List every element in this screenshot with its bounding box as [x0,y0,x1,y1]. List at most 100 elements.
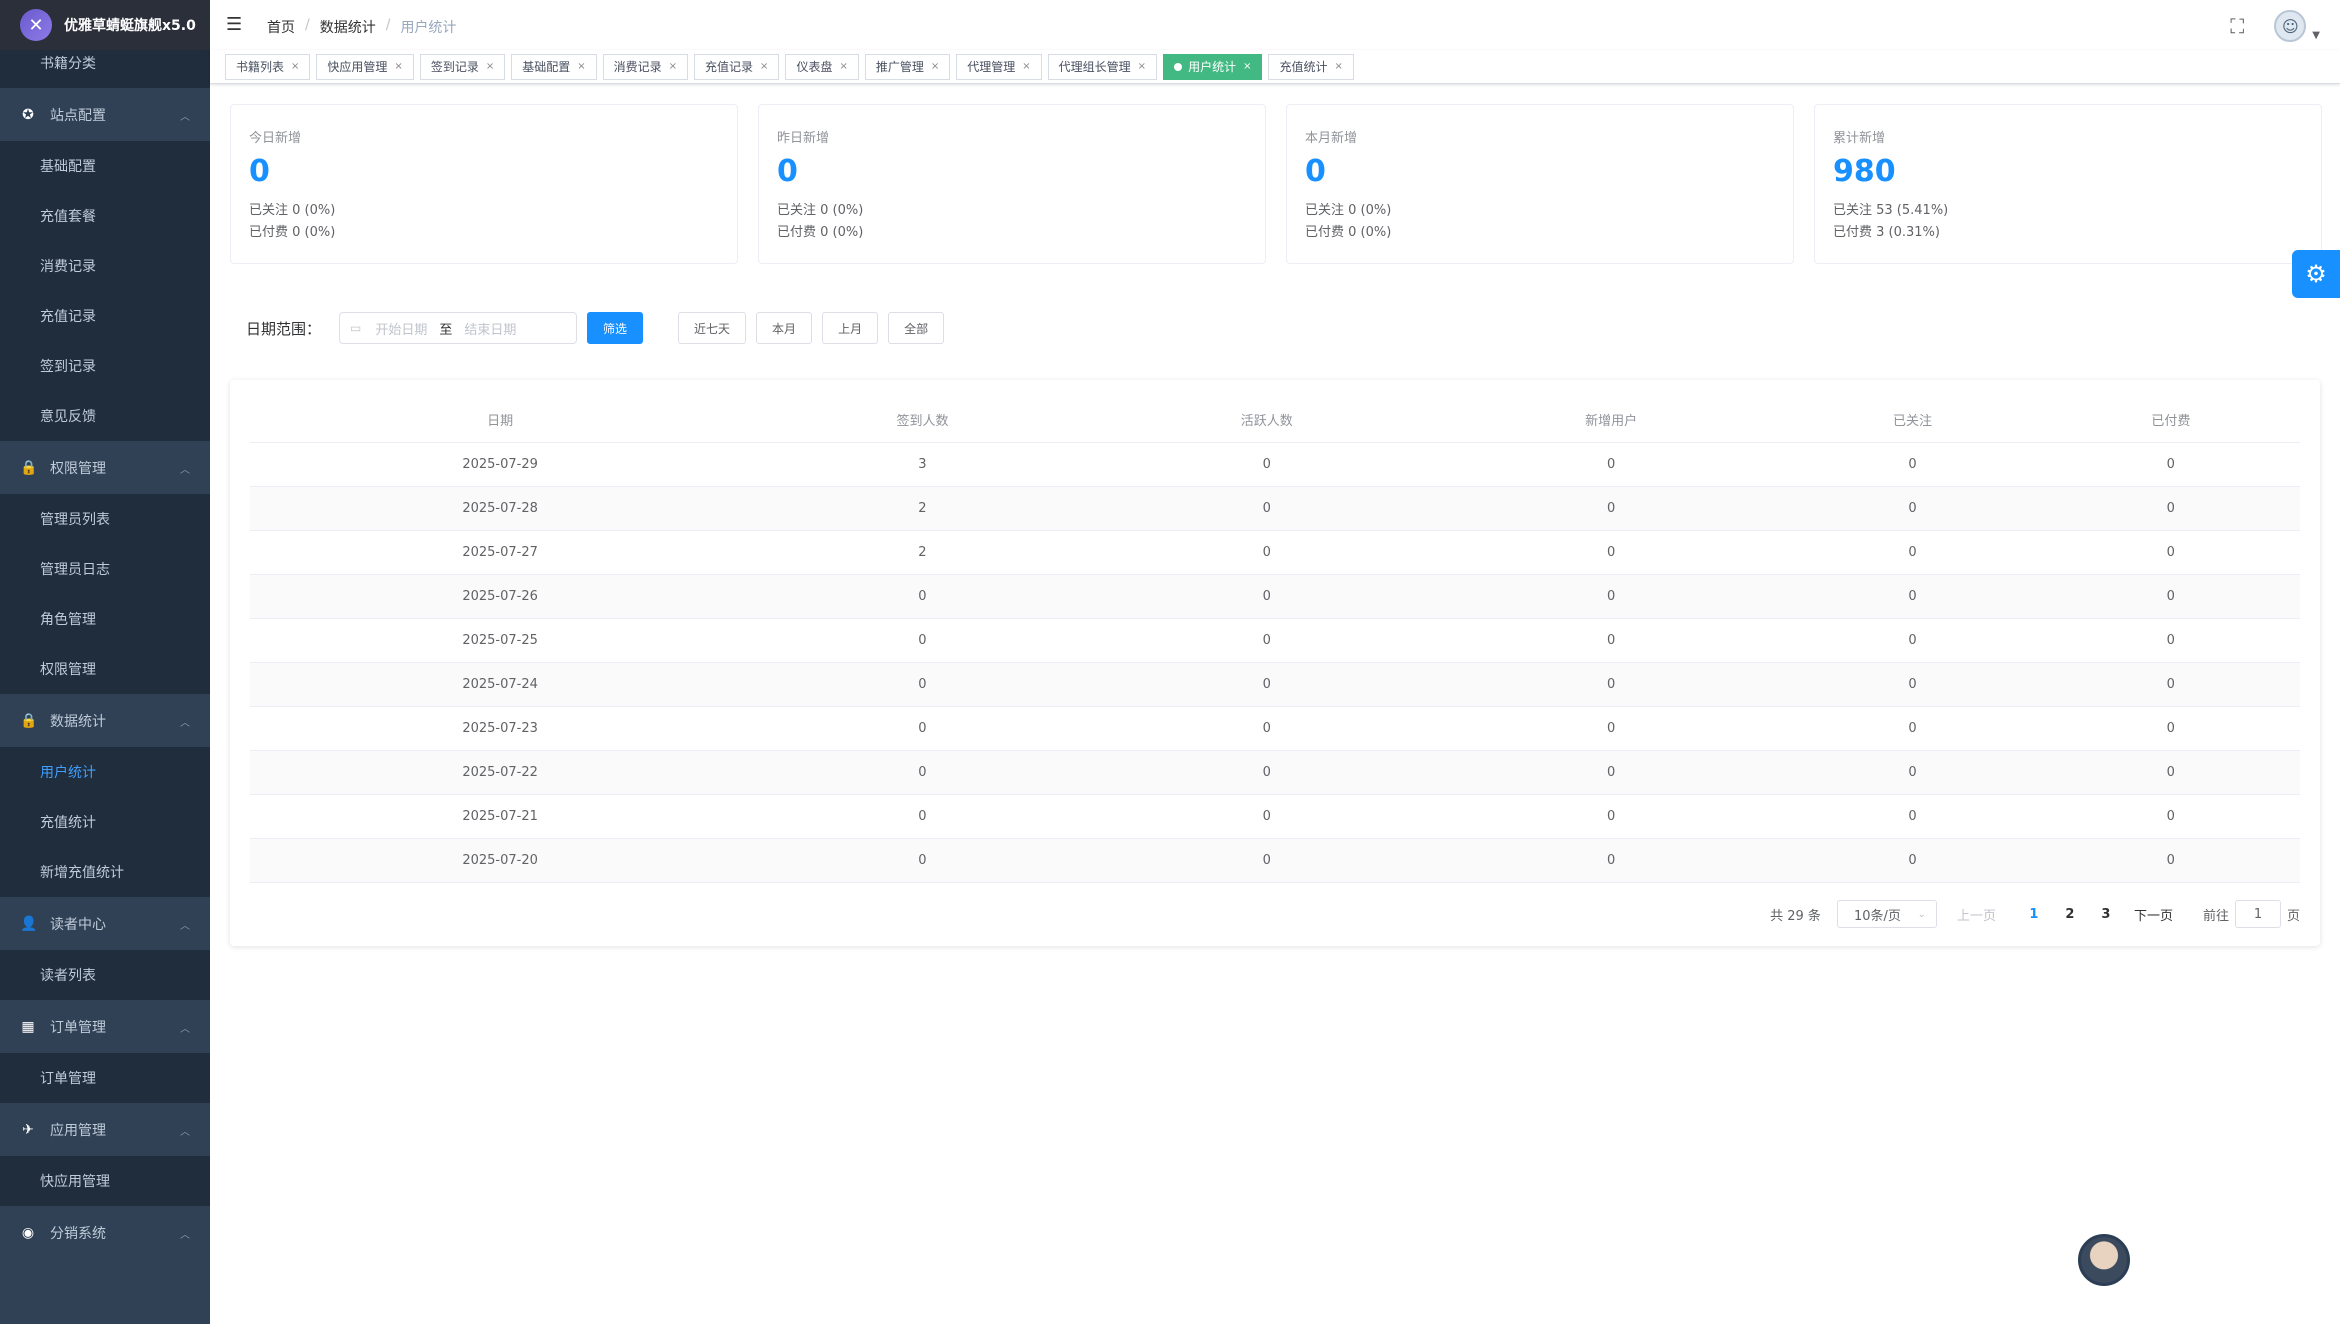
last-seven-days-button[interactable]: 近七天 [678,312,747,344]
date-range-picker[interactable]: ▭ 开始日期 至 结束日期 [339,312,578,344]
sidebar-item[interactable]: 充值套餐 [0,191,210,241]
column-header[interactable]: 活跃人数 [1094,398,1439,443]
all-button[interactable]: 全部 [888,312,945,344]
page-size-select[interactable]: 10条/页 ⌄ [1836,900,1937,928]
sidebar-item[interactable]: 快应用管理 [0,1156,210,1206]
tag-item[interactable]: 消费记录 × [602,53,689,80]
close-icon[interactable]: × [669,61,677,72]
sidebar-item[interactable]: 充值记录 [0,291,210,341]
table-row[interactable]: 2025-07-24 0 0 0 0 0 [250,662,2300,707]
sidebar-item[interactable]: 订单管理 [0,1053,210,1103]
next-page-button[interactable]: 下一页 [2134,905,2173,924]
table-row[interactable]: 2025-07-27 2 0 0 0 0 [250,530,2300,575]
table-row[interactable]: 2025-07-20 0 0 0 0 0 [250,838,2300,883]
close-icon[interactable]: × [839,61,847,72]
table-row[interactable]: 2025-07-28 2 0 0 0 0 [250,486,2300,531]
tag-active[interactable]: 用户统计 × [1163,53,1263,80]
caret-down-icon[interactable]: ▼ [2312,30,2320,41]
sidebar-item[interactable]: 角色管理 [0,594,210,644]
this-month-button[interactable]: 本月 [756,312,813,344]
sidebar-group[interactable]: ✪ 站点配置 ︿ [0,88,210,141]
close-icon[interactable]: × [394,61,402,72]
close-icon[interactable]: × [931,61,939,72]
column-header[interactable]: 已付费 [2041,398,2300,443]
column-header[interactable]: 日期 [250,398,751,443]
breadcrumb-section[interactable]: 数据统计 [320,17,376,37]
table-row[interactable]: 2025-07-22 0 0 0 0 0 [250,750,2300,795]
table-row[interactable]: 2025-07-26 0 0 0 0 0 [250,574,2300,619]
table-row[interactable]: 2025-07-25 0 0 0 0 0 [250,618,2300,663]
table-cell: 0 [2041,618,2300,663]
tag-item[interactable]: 快应用管理 × [316,53,414,80]
sidebar-item[interactable]: 读者列表 [0,950,210,1000]
sidebar-group[interactable]: 🔒 权限管理 ︿ [0,441,210,494]
sidebar-item[interactable]: 意见反馈 [0,391,210,441]
tag-item[interactable]: 仪表盘 × [785,53,859,80]
tag-item[interactable]: 代理组长管理 × [1047,53,1158,80]
sidebar-group[interactable]: ✈ 应用管理 ︿ [0,1103,210,1156]
table-row[interactable]: 2025-07-29 3 0 0 0 0 [250,442,2300,487]
sidebar-item[interactable]: 新增充值统计 [0,847,210,897]
table-cell: 0 [1783,750,2042,795]
breadcrumb-home[interactable]: 首页 [267,17,295,37]
page-number[interactable]: 2 [2052,907,2088,922]
stats-table: 日期 签到人数 活跃人数 新增用户 已关注 已付费 2025-07-29 3 0 0 0… [250,398,2300,883]
table-row[interactable]: 2025-07-21 0 0 0 0 0 [250,794,2300,839]
tag-item[interactable]: 代理管理 × [956,53,1042,80]
close-icon[interactable]: × [760,61,768,72]
table-row[interactable]: 2025-07-23 0 0 0 0 0 [250,706,2300,751]
sidebar-item[interactable]: 管理员列表 [0,494,210,544]
filter-button[interactable]: 筛选 [587,312,644,344]
sidebar-item[interactable]: 基础配置 [0,141,210,191]
prev-page-button[interactable]: 上一页 [1957,905,1996,924]
table-cell: 0 [1783,838,2042,883]
sidebar-group[interactable]: ▦ 订单管理 ︿ [0,1000,210,1053]
floating-support-avatar[interactable] [2078,1234,2130,1286]
sidebar-group[interactable]: 👤 读者中心 ︿ [0,897,210,950]
date-range-separator: 至 [439,322,453,338]
sidebar-item[interactable]: 签到记录 [0,341,210,391]
fullscreen-icon[interactable]: ⛶ [2230,14,2244,38]
close-icon[interactable]: × [577,61,585,72]
page-number[interactable]: 1 [2016,907,2052,922]
tag-item[interactable]: 充值记录 × [694,53,780,80]
close-icon[interactable]: × [1243,61,1251,72]
column-header[interactable]: 签到人数 [750,398,1095,443]
sidebar-group-label: 读者中心 [50,916,106,933]
tag-item[interactable]: 基础配置 × [511,53,597,80]
sidebar-item[interactable]: 权限管理 [0,644,210,694]
settings-gear-icon[interactable]: ⚙ [2292,250,2340,298]
goto-page-input[interactable]: 1 [2234,900,2281,928]
close-icon[interactable]: × [291,61,299,72]
start-date-input[interactable]: 开始日期 [375,319,427,338]
logo-bar[interactable]: ✕ 优雅草蜻蜓旗舰x5.0 [0,0,210,50]
sidebar-item[interactable]: 消费记录 [0,241,210,291]
sidebar-item[interactable]: 充值统计 [0,797,210,847]
end-date-input[interactable]: 结束日期 [464,319,516,338]
sidebar-group[interactable]: 🔒 数据统计 ︿ [0,694,210,747]
user-avatar[interactable]: ☺ [2274,10,2307,42]
tag-item[interactable]: 推广管理 × [864,53,951,80]
breadcrumb-separator: / [385,17,391,33]
column-header[interactable]: 已关注 [1783,398,2042,443]
tag-label: 充值统计 [1279,60,1328,74]
tag-item[interactable]: 签到记录 × [419,53,506,80]
table-cell: 2025-07-26 [250,574,751,619]
sidebar-item[interactable]: 用户统计 [0,747,210,797]
page-number[interactable]: 3 [2088,907,2124,922]
table-cell: 0 [1094,838,1439,883]
sidebar-group[interactable]: ◉ 分销系统 ︿ [0,1206,210,1259]
close-icon[interactable]: × [1022,61,1030,72]
tag-label: 书籍列表 [236,60,285,74]
column-header[interactable]: 新增用户 [1438,398,1784,443]
close-icon[interactable]: × [1334,61,1342,72]
tag-item[interactable]: 书籍列表 × [225,53,311,80]
close-icon[interactable]: × [1138,61,1146,72]
last-month-button[interactable]: 上月 [822,312,879,344]
sidebar-item[interactable]: 管理员日志 [0,544,210,594]
main-content: 今日新增 0 已关注 0 (0%) 已付费 0 (0%) 昨日新增 0 已关注 … [210,84,2340,1324]
hamburger-icon[interactable]: ☰ [226,14,242,35]
tag-label: 推广管理 [875,60,924,74]
tag-item[interactable]: 充值统计 × [1268,53,1354,80]
close-icon[interactable]: × [486,61,494,72]
